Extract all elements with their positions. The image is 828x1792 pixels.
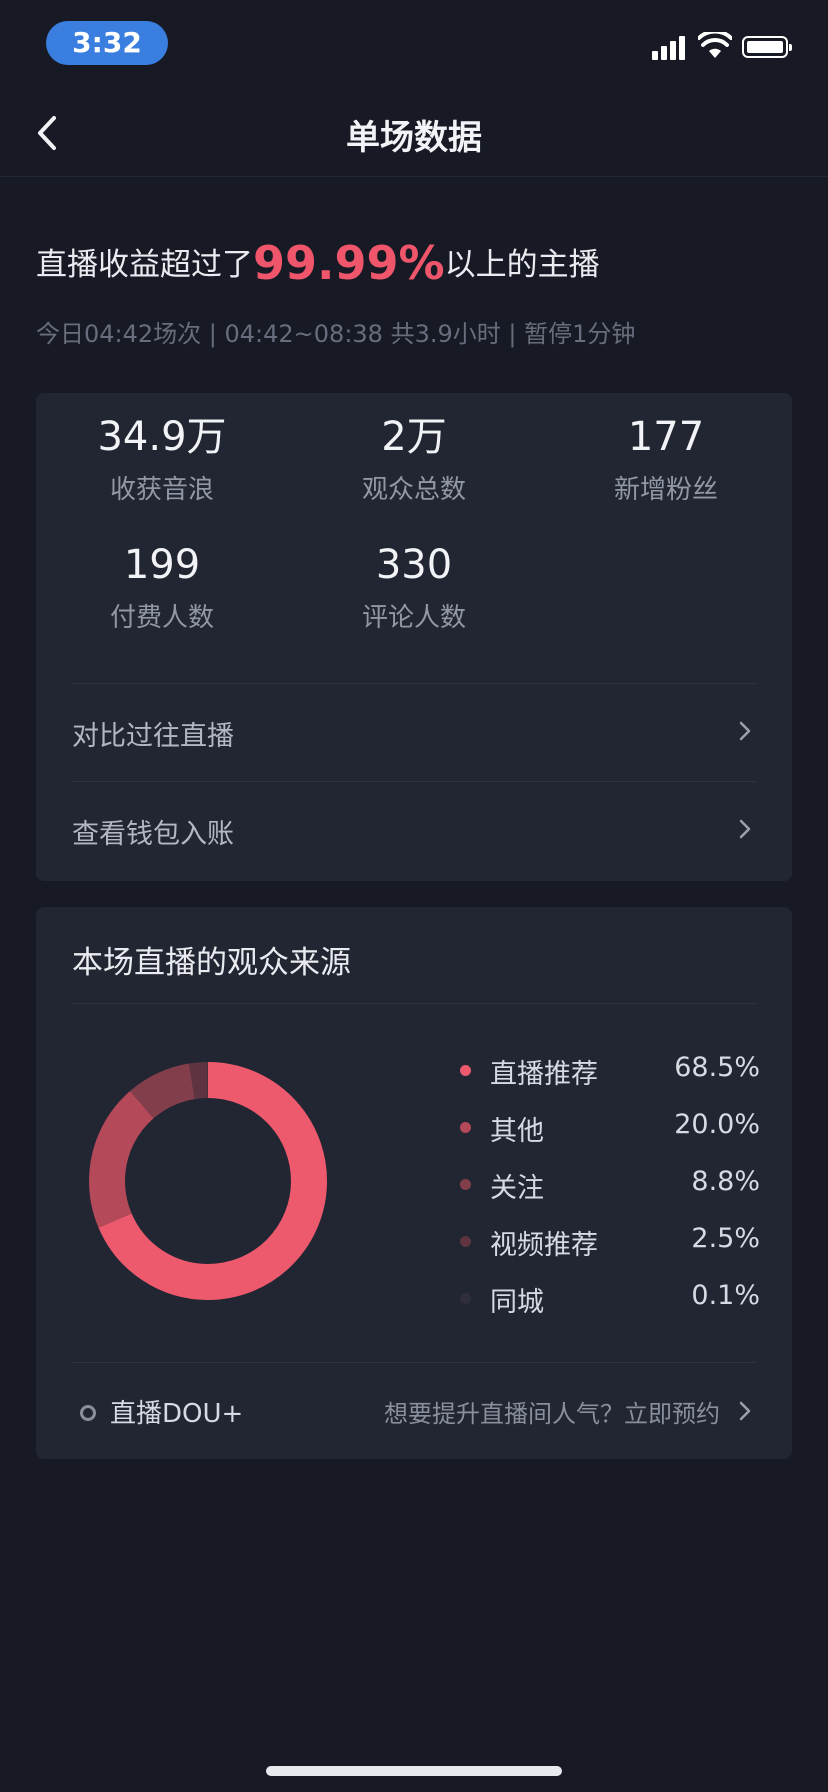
legend-name: 其他 bbox=[490, 1116, 544, 1147]
status-time[interactable]: 3:32 bbox=[46, 21, 168, 65]
dou-plus-icon bbox=[80, 1405, 96, 1421]
stat-value: 34.9万 bbox=[97, 414, 227, 460]
boost-popularity-link[interactable]: 想要提升直播间人气？立即预约 bbox=[384, 1394, 720, 1429]
stats-card: 34.9万 收获音浪 2万 观众总数 177 新增粉丝 199 付费人数 330… bbox=[36, 393, 792, 881]
legend-percent: 0.1% bbox=[691, 1280, 760, 1311]
stat-value: 2万 bbox=[381, 414, 447, 460]
headline-prefix: 直播收益超过了 bbox=[36, 247, 253, 283]
legend-name: 关注 bbox=[490, 1173, 544, 1204]
stat-value: 177 bbox=[627, 414, 705, 460]
row-label: 对比过往直播 bbox=[72, 721, 234, 752]
stat-label: 新增粉丝 bbox=[613, 475, 718, 505]
section-title: 本场直播的观众来源 bbox=[72, 945, 351, 981]
wallet-income-link[interactable]: 查看钱包入账 bbox=[72, 781, 756, 880]
legend-percent: 8.8% bbox=[691, 1166, 760, 1197]
battery-icon bbox=[742, 36, 792, 58]
headline: 直播收益超过了99.99%以上的主播 bbox=[36, 236, 600, 290]
legend-name: 直播推荐 bbox=[490, 1059, 598, 1090]
chevron-right-icon[interactable] bbox=[738, 1400, 752, 1422]
status-bar: 3:32 bbox=[0, 0, 828, 90]
legend-item: 直播推荐 68.5% bbox=[460, 1050, 760, 1090]
audience-source-card: 本场直播的观众来源 直播推荐 68.5% 其他 20.0% 关注 8.8% 视频… bbox=[36, 907, 792, 1459]
legend-item: 视频推荐 2.5% bbox=[460, 1221, 760, 1261]
legend-item: 同城 0.1% bbox=[460, 1278, 760, 1318]
legend-percent: 2.5% bbox=[691, 1223, 760, 1254]
legend-dot bbox=[460, 1236, 471, 1247]
wifi-icon bbox=[698, 32, 732, 58]
page-title: 单场数据 bbox=[346, 118, 482, 158]
legend-item: 其他 20.0% bbox=[460, 1107, 760, 1147]
audience-donut-chart bbox=[89, 1062, 327, 1300]
stat-label: 观众总数 bbox=[361, 475, 466, 505]
stat-label: 评论人数 bbox=[361, 603, 466, 633]
stat-paying-users: 199 付费人数 bbox=[36, 541, 288, 634]
legend-dot bbox=[460, 1065, 471, 1076]
cellular-signal-icon bbox=[652, 34, 688, 60]
legend-name: 同城 bbox=[490, 1287, 544, 1318]
legend-dot bbox=[460, 1293, 471, 1304]
stat-value: 199 bbox=[123, 542, 201, 588]
legend-percent: 20.0% bbox=[674, 1109, 760, 1140]
legend-dot bbox=[460, 1122, 471, 1133]
legend-name: 视频推荐 bbox=[490, 1230, 598, 1261]
stat-label: 收获音浪 bbox=[109, 475, 214, 505]
session-info: 今日04:42场次 | 04:42~08:38 共3.9小时 | 暂停1分钟 bbox=[36, 320, 636, 348]
chevron-right-icon bbox=[739, 819, 751, 839]
compare-past-streams-link[interactable]: 对比过往直播 bbox=[72, 683, 756, 782]
stat-new-followers: 177 新增粉丝 bbox=[540, 413, 792, 506]
headline-percent: 99.99% bbox=[253, 236, 445, 290]
legend-item: 关注 8.8% bbox=[460, 1164, 760, 1204]
headline-suffix: 以上的主播 bbox=[444, 247, 600, 283]
stat-commenters: 330 评论人数 bbox=[288, 541, 540, 634]
dou-plus-row: 直播DOU+ 想要提升直播间人气？立即预约 bbox=[72, 1362, 756, 1460]
legend-dot bbox=[460, 1179, 471, 1190]
legend-percent: 68.5% bbox=[674, 1052, 760, 1083]
stat-value: 330 bbox=[375, 542, 453, 588]
stat-total-viewers: 2万 观众总数 bbox=[288, 413, 540, 506]
stat-label: 付费人数 bbox=[109, 603, 214, 633]
home-indicator bbox=[266, 1766, 562, 1776]
chevron-right-icon bbox=[739, 721, 751, 741]
dou-plus-label: 直播DOU+ bbox=[110, 1399, 244, 1429]
nav-bar: 单场数据 bbox=[0, 90, 828, 177]
divider bbox=[72, 1003, 756, 1004]
stat-sound-waves: 34.9万 收获音浪 bbox=[36, 413, 288, 506]
row-label: 查看钱包入账 bbox=[72, 819, 234, 850]
